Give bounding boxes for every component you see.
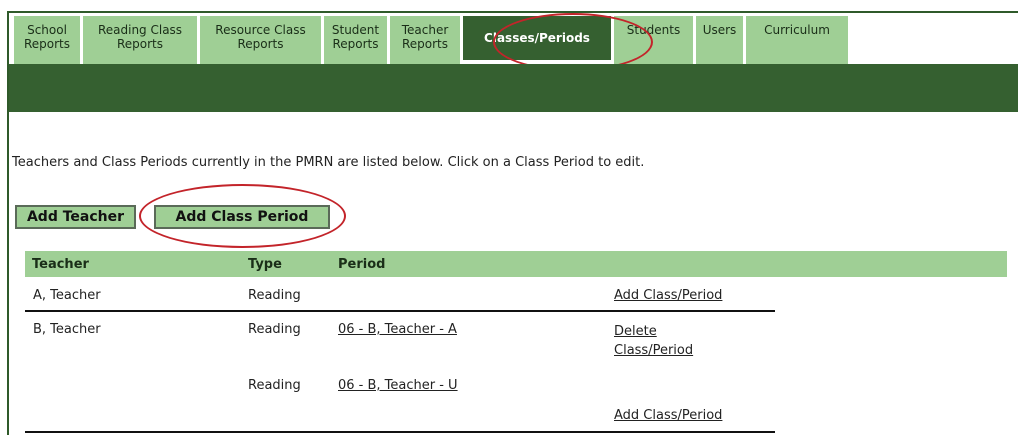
- tab-label: Students: [626, 23, 681, 37]
- delete-link-line2: Class/Period: [614, 343, 694, 358]
- tab-label-line1: Teacher: [401, 23, 449, 37]
- tab-label-line2: Reports: [401, 37, 448, 51]
- tab-label-line2: Reports: [237, 37, 284, 51]
- row1-teacher: A, Teacher: [33, 288, 101, 303]
- tab-label: Users: [702, 23, 737, 37]
- top-border: [7, 11, 1018, 13]
- row-separator: [25, 310, 775, 312]
- tab-resource-class-reports[interactable]: Resource Class Reports: [200, 16, 321, 64]
- tab-label-line2: Reports: [332, 37, 379, 51]
- tab-label: Classes/Periods: [484, 31, 590, 45]
- add-teacher-button[interactable]: Add Teacher: [15, 205, 136, 229]
- tab-label-line1: School: [27, 23, 67, 37]
- tab-school-reports[interactable]: School Reports: [14, 16, 80, 64]
- period-link[interactable]: 06 - B, Teacher - A: [338, 322, 457, 337]
- intro-text: Teachers and Class Periods currently in …: [12, 155, 645, 170]
- tab-student-reports[interactable]: Student Reports: [324, 16, 387, 64]
- row2-type: Reading: [248, 322, 301, 337]
- tab-label: Curriculum: [764, 23, 830, 37]
- add-class-period-link[interactable]: Add Class/Period: [614, 288, 722, 303]
- tab-classes-periods[interactable]: Classes/Periods: [463, 16, 611, 60]
- tab-teacher-reports[interactable]: Teacher Reports: [390, 16, 460, 64]
- tab-students[interactable]: Students: [614, 16, 693, 64]
- delete-link-line1: Delete: [614, 324, 657, 339]
- delete-class-period-link[interactable]: Delete Class/Period: [614, 322, 693, 360]
- tab-reading-class-reports[interactable]: Reading Class Reports: [83, 16, 197, 64]
- tab-label-line1: Reading Class: [97, 23, 183, 37]
- period-link[interactable]: 06 - B, Teacher - U: [338, 378, 458, 393]
- header-teacher: Teacher: [32, 257, 89, 272]
- tab-curriculum[interactable]: Curriculum: [746, 16, 848, 64]
- header-type: Type: [248, 257, 282, 272]
- tab-label-line2: Reports: [116, 37, 164, 51]
- nav-tabs: School Reports Reading Class Reports Resou…: [14, 16, 848, 64]
- header-bar: [9, 64, 1018, 112]
- row-separator: [25, 431, 775, 433]
- row1-type: Reading: [248, 288, 301, 303]
- add-class-period-link[interactable]: Add Class/Period: [614, 408, 722, 423]
- table-header: Teacher Type Period: [25, 251, 1007, 277]
- tab-label-line2: Reports: [23, 37, 71, 51]
- tab-users[interactable]: Users: [696, 16, 743, 64]
- tab-label-line1: Resource Class: [215, 23, 306, 37]
- tab-label-line1: Student: [331, 23, 380, 37]
- row3-type: Reading: [248, 378, 301, 393]
- header-period: Period: [338, 257, 386, 272]
- add-class-period-button[interactable]: Add Class Period: [154, 205, 330, 229]
- row2-teacher: B, Teacher: [33, 322, 101, 337]
